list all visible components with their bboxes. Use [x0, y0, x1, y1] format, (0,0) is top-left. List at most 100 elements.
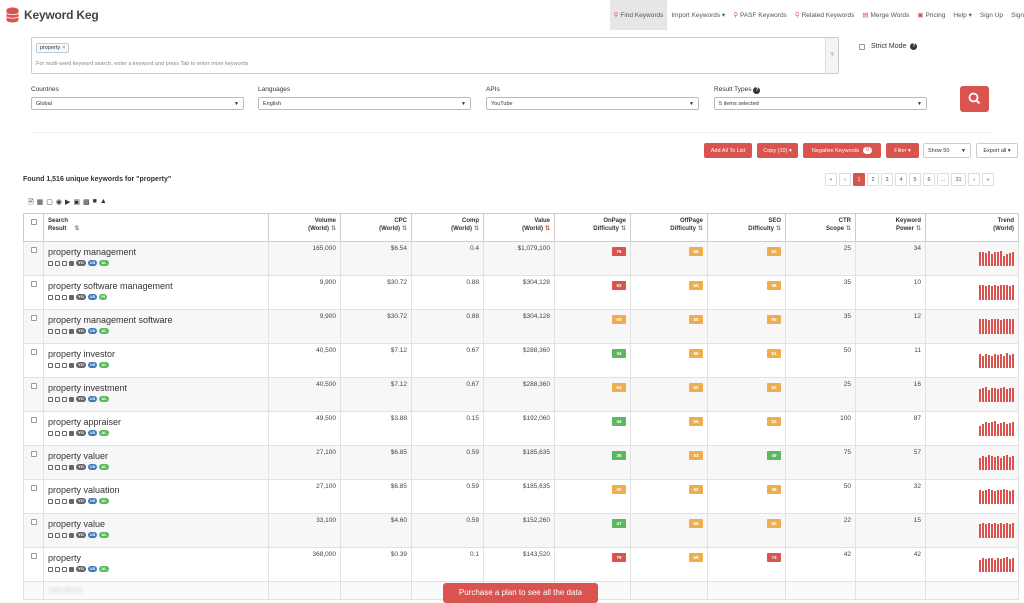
- nav-find-keywords[interactable]: ⚲ Find Keywords: [609, 0, 668, 30]
- trend-chart[interactable]: [930, 283, 1014, 300]
- youtube-badge[interactable]: YO: [76, 260, 86, 266]
- copy-icon[interactable]: [48, 430, 53, 436]
- youtube-badge[interactable]: YO: [76, 532, 86, 538]
- copy-button[interactable]: Copy (10) ▾: [757, 143, 798, 158]
- location-icon[interactable]: ◉: [56, 198, 62, 209]
- youtube-badge[interactable]: YO: [76, 566, 86, 572]
- video-icon[interactable]: [69, 362, 74, 368]
- col-seo-difficulty[interactable]: SEO Difficulty ⇅: [707, 213, 786, 242]
- sort-icon[interactable]: ⇅: [621, 226, 626, 232]
- col-onpage-difficulty[interactable]: OnPage Difficulty ⇅: [554, 213, 631, 242]
- negative-keywords-button[interactable]: Negative Keywords 0: [803, 143, 881, 158]
- sort-icon[interactable]: ⇅: [916, 226, 921, 232]
- video-icon[interactable]: [69, 532, 74, 538]
- page-button[interactable]: ‹: [839, 173, 851, 186]
- screen-icon[interactable]: [55, 362, 60, 368]
- language-badge[interactable]: AL: [99, 532, 109, 538]
- strict-mode-checkbox[interactable]: [859, 43, 865, 50]
- remove-tag-icon[interactable]: ×: [62, 45, 65, 51]
- nav-import-keywords[interactable]: Import Keywords ▾: [667, 0, 729, 30]
- export-all-button[interactable]: Export all ▾: [976, 143, 1018, 158]
- calendar-icon[interactable]: [62, 362, 67, 368]
- screen-icon[interactable]: [55, 294, 60, 300]
- sort-icon[interactable]: ⇅: [698, 226, 703, 232]
- keyword-name[interactable]: property investor: [48, 349, 264, 359]
- sort-icon[interactable]: ⇅: [331, 226, 336, 232]
- copy-icon[interactable]: [48, 498, 53, 504]
- sort-icon[interactable]: ⇅: [74, 226, 79, 232]
- result-types-select[interactable]: 5 items selected ▼: [714, 97, 927, 110]
- language-badge[interactable]: PI: [99, 294, 108, 300]
- copy-icon[interactable]: [48, 294, 53, 300]
- page-button[interactable]: 1: [853, 173, 865, 186]
- select-all-checkbox[interactable]: [30, 219, 37, 225]
- col-offpage-difficulty[interactable]: OffPage Difficulty ⇅: [630, 213, 708, 242]
- row-checkbox[interactable]: [30, 451, 37, 457]
- language-badge[interactable]: AL: [99, 430, 109, 436]
- table-row[interactable]: property appraiser YO US AL 49,500 $3.88 0.15 $…: [23, 411, 1019, 446]
- help-button[interactable]: ?: [825, 38, 838, 73]
- col-cpc[interactable]: CPC (World) ⇅: [340, 213, 412, 242]
- table-row[interactable]: property investment YO US AL 40,500 $7.12 0.67…: [23, 377, 1019, 412]
- trend-chart[interactable]: [930, 487, 1014, 504]
- col-value[interactable]: Value (World) ⇅: [483, 213, 555, 242]
- table-row[interactable]: property value YO US AL 33,100 $4.60 0.59 $152,…: [23, 513, 1019, 548]
- copy-icon[interactable]: [48, 362, 53, 368]
- trend-chart[interactable]: [930, 317, 1014, 334]
- row-checkbox[interactable]: [30, 553, 37, 559]
- screen-icon[interactable]: [55, 430, 60, 436]
- row-checkbox[interactable]: [30, 281, 37, 287]
- nav-merge-words[interactable]: ▤ Merge Words: [858, 0, 913, 30]
- copy-icon[interactable]: [48, 464, 53, 470]
- row-checkbox[interactable]: [30, 349, 37, 355]
- keyword-name[interactable]: property investment: [48, 383, 264, 393]
- filter-button[interactable]: Filter ▾: [886, 143, 919, 158]
- trend-chart[interactable]: [930, 555, 1014, 572]
- calendar-icon[interactable]: [62, 532, 67, 538]
- copy-icon[interactable]: [48, 566, 53, 572]
- screen-icon[interactable]: [55, 260, 60, 266]
- nav-pricing[interactable]: ▣ Pricing: [913, 0, 949, 30]
- screen-icon[interactable]: [55, 396, 60, 402]
- document-icon[interactable]: 🗎: [28, 198, 34, 209]
- row-checkbox[interactable]: [30, 519, 37, 525]
- language-badge[interactable]: AL: [99, 396, 109, 402]
- language-badge[interactable]: AL: [99, 498, 109, 504]
- trend-chart[interactable]: [930, 249, 1014, 266]
- keyword-name[interactable]: property software management: [48, 281, 264, 291]
- sort-desc-icon[interactable]: ⇅: [545, 226, 550, 232]
- youtube-icon[interactable]: ▶: [65, 198, 70, 209]
- nav-help[interactable]: Help ▾: [949, 0, 975, 30]
- col-comp[interactable]: Comp (World) ⇅: [411, 213, 484, 242]
- languages-select[interactable]: English ▼: [258, 97, 471, 110]
- col-ctr-scope[interactable]: CTR Scope ⇅: [785, 213, 856, 242]
- us-badge[interactable]: US: [87, 464, 98, 470]
- trend-chart[interactable]: [930, 521, 1014, 538]
- page-button[interactable]: 31: [951, 173, 966, 186]
- sort-icon[interactable]: ⇅: [776, 226, 781, 232]
- us-badge[interactable]: US: [87, 396, 98, 402]
- screen-icon[interactable]: [55, 566, 60, 572]
- logo[interactable]: Keyword Keg: [6, 7, 99, 23]
- keyword-name[interactable]: property management: [48, 247, 264, 257]
- col-volume[interactable]: Volume (World) ⇅: [268, 213, 341, 242]
- seed-keyword-input[interactable]: property × For multi-seed keyword search,…: [31, 37, 839, 74]
- copy-icon[interactable]: [48, 260, 53, 266]
- screen-icon[interactable]: [55, 532, 60, 538]
- table-row[interactable]: property valuation YO US AL 27,100 $6.85 0.59 $…: [23, 479, 1019, 514]
- screen-icon[interactable]: [55, 328, 60, 334]
- row-checkbox[interactable]: [30, 315, 37, 321]
- copy-icon[interactable]: [48, 328, 53, 334]
- copy-icon[interactable]: [48, 396, 53, 402]
- calendar-icon[interactable]: [62, 566, 67, 572]
- row-checkbox[interactable]: [30, 485, 37, 491]
- video-icon[interactable]: [69, 566, 74, 572]
- us-badge[interactable]: US: [87, 260, 98, 266]
- language-badge[interactable]: AL: [99, 464, 109, 470]
- youtube-badge[interactable]: YO: [76, 362, 86, 368]
- nav-sign-up[interactable]: Sign Up: [976, 0, 1007, 30]
- us-badge[interactable]: US: [87, 362, 98, 368]
- screen-icon[interactable]: [55, 464, 60, 470]
- nav-pasf-keywords[interactable]: ⚲ PASF Keywords: [729, 0, 791, 30]
- nav-sign-in[interactable]: Sign: [1007, 0, 1024, 30]
